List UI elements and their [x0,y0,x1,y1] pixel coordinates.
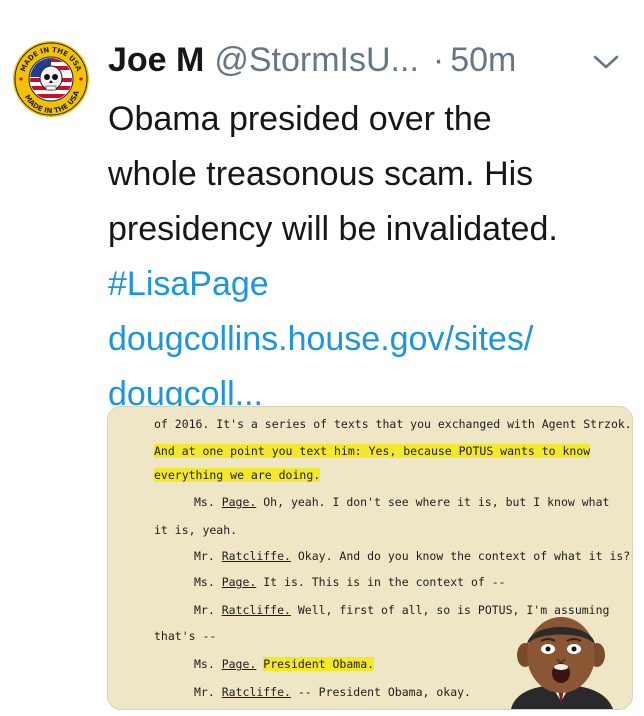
speaker-label: Ratcliffe. [221,603,291,617]
transcript-line: Mr. Ratcliffe. Okay. And do you know the… [194,549,630,563]
transcript-line: And at one point you text him: Yes, beca… [154,444,591,458]
timestamp[interactable]: 50m [450,41,516,80]
speaker-label: Page. [221,575,257,589]
transcript-line: Ms. Page. It is. This is in the context … [194,575,506,589]
speaker-label: Ratcliffe. [221,549,291,563]
transcript-line: Ms. Page. Oh, yeah. I don't see where it… [194,495,609,509]
transcript-text: Mr. [194,685,222,699]
transcript-text: Ms. [194,575,222,589]
transcript-text: Mr. [194,549,222,563]
transcript-text: Ms. [194,657,222,671]
transcript-line: Mr. Ratcliffe. -- President Obama, okay. [194,685,471,699]
transcript-text: Okay. And do you know the context of wha… [290,549,631,563]
separator-dot: · [432,40,445,79]
skull-flag-badge-icon: MADE IN THE USA MADE IN THE USA [13,41,89,117]
hashtag-link[interactable]: #LisaPage [108,257,628,312]
surprised-face-icon [511,617,613,709]
tweet-text-line: presidency will be invalidated. [108,210,558,248]
transcript-text: Oh, yeah. I don't see where it is, but I… [256,495,610,509]
transcript-line: everything we are doing. [154,468,321,482]
transcript-line: Ms. Page. President Obama. [194,657,375,671]
transcript-text: -- President Obama, okay. [290,685,471,699]
transcript-text: Mr. [194,603,222,617]
transcript-line: of 2016. It's a series of texts that you… [154,417,632,431]
transcript-text: Ms. [194,495,222,509]
transcript-text: of 2016. It's a series of texts that you… [154,417,632,431]
transcript-text: It is. This is in the context of -- [256,575,506,589]
transcript-line: that's -- [154,629,216,643]
transcript-text: it is, yeah. [154,523,238,537]
avatar[interactable]: MADE IN THE USA MADE IN THE USA [12,40,90,118]
author-name[interactable]: Joe M [108,41,204,80]
speaker-label: Page. [221,495,257,509]
highlighted-text: everything we are doing. [154,468,321,482]
url-link-line[interactable]: dougcollins.house.gov/sites/ [108,312,628,367]
tweet-text-line: whole treasonous scam. His [108,155,534,193]
speaker-label: Ratcliffe. [221,685,291,699]
speaker-label: Page. [221,657,257,671]
tweet-text: Obama presided over the whole treasonous… [108,92,628,422]
transcript-text: that's -- [154,629,217,643]
attached-image[interactable]: of 2016. It's a series of texts that you… [107,406,633,710]
highlighted-text: President Obama. [263,657,375,671]
chevron-down-icon[interactable] [592,52,620,72]
tweet-header: Joe M @StormIsU... · 50m [108,38,628,82]
tweet-text-line: Obama presided over the [108,100,492,138]
highlighted-text: And at one point you text him: Yes, beca… [154,444,591,458]
transcript-line: it is, yeah. [154,523,237,537]
author-handle[interactable]: @StormIsU... [214,41,419,80]
